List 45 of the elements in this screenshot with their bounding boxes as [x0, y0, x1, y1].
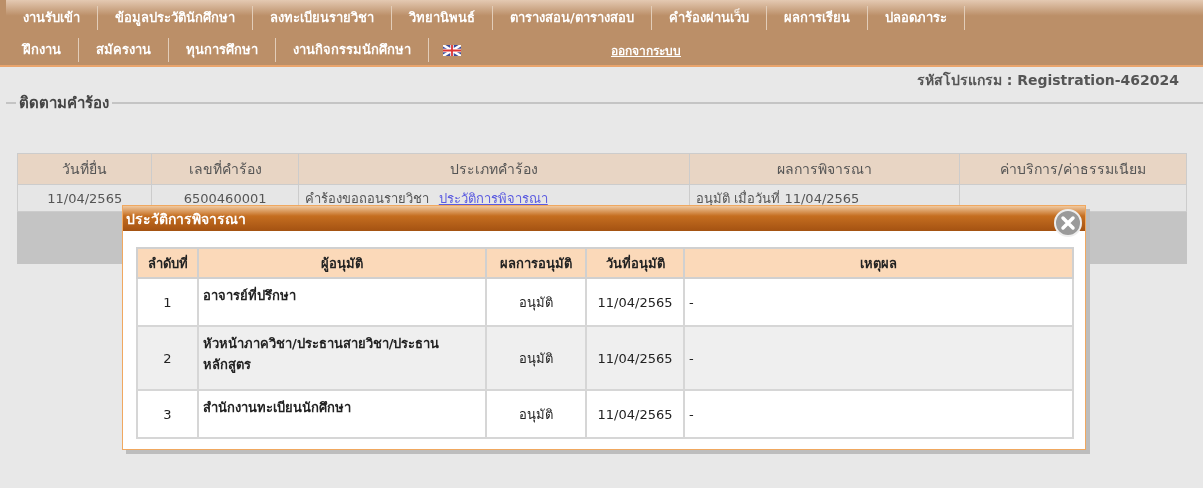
table-cell: 2	[137, 326, 198, 390]
column-header: ผู้อนุมัติ	[198, 248, 486, 278]
menu-item[interactable]: งานรับเข้า	[6, 5, 98, 30]
approver-name: สำนักงานทะเบียนนักศึกษา	[203, 399, 352, 417]
column-header: ค่าบริการ/ค่าธรรมเนียม	[959, 153, 1187, 185]
table-cell: -	[684, 390, 1073, 438]
table-cell: 11/04/2565	[586, 278, 684, 326]
program-code: รหัสโปรแกรม : Registration-462024	[916, 70, 1179, 90]
request-type: คำร้องขอถอนรายวิชา	[304, 190, 429, 206]
column-header: ประเภทคำร้อง	[298, 153, 690, 185]
flag-icon[interactable]	[443, 44, 461, 56]
close-icon[interactable]	[1053, 208, 1083, 238]
logout-link[interactable]: ออกจากระบบ	[611, 40, 681, 60]
column-header: ผลการพิจารณา	[689, 153, 960, 185]
menu-item[interactable]: งานกิจกรรมนักศึกษา	[276, 38, 429, 62]
column-header: เหตุผล	[684, 248, 1073, 278]
history-link[interactable]: ประวัติการพิจารณา	[438, 190, 548, 206]
menu-item[interactable]: ลงทะเบียนรายวิชา	[253, 5, 392, 30]
table-cell: 11/04/2565	[586, 326, 684, 390]
column-header: วันที่ยื่น	[17, 153, 152, 185]
menu-item[interactable]: สมัครงาน	[79, 38, 169, 62]
approver-name: หัวหน้าภาควิชา/ประธานสายวิชา/ประธานหลักสูตร	[203, 335, 441, 375]
menu-item[interactable]: วิทยานิพนธ์	[392, 5, 493, 30]
table-cell: อนุมัติ	[486, 390, 586, 438]
menu-item[interactable]: ฝึกงาน	[6, 38, 79, 62]
table-cell: อนุมัติ	[486, 278, 586, 326]
menu-item[interactable]: ตารางสอน/ตารางสอบ	[493, 5, 652, 30]
menu-item[interactable]: คำร้องผ่านเว็บ	[651, 5, 767, 30]
table-cell: 1	[137, 278, 198, 326]
table-cell: อนุมัติ	[486, 326, 586, 390]
menu-item[interactable]: ทุนการศึกษา	[169, 38, 276, 62]
menu-item[interactable]: ผลการเรียน	[766, 5, 868, 30]
table-cell: -	[684, 326, 1073, 390]
table-cell: 3	[137, 390, 198, 438]
table-cell: 11/04/2565	[586, 390, 684, 438]
column-header: เลขที่คำร้อง	[151, 153, 299, 185]
menu-item[interactable]: ปลอดภาระ	[867, 5, 965, 30]
menu-item[interactable]: ข้อมูลประวัตินักศึกษา	[98, 5, 253, 30]
approver-name: อาจารย์ที่ปรึกษา	[203, 285, 297, 305]
column-header: ลำดับที่	[137, 248, 198, 278]
column-header: วันที่อนุมัติ	[586, 248, 684, 278]
section-title: ติดตามคำร้อง	[18, 93, 110, 114]
column-header: ผลการอนุมัติ	[486, 248, 586, 278]
table-cell: -	[684, 278, 1073, 326]
dialog-title: ประวัติการพิจารณา	[126, 209, 246, 229]
